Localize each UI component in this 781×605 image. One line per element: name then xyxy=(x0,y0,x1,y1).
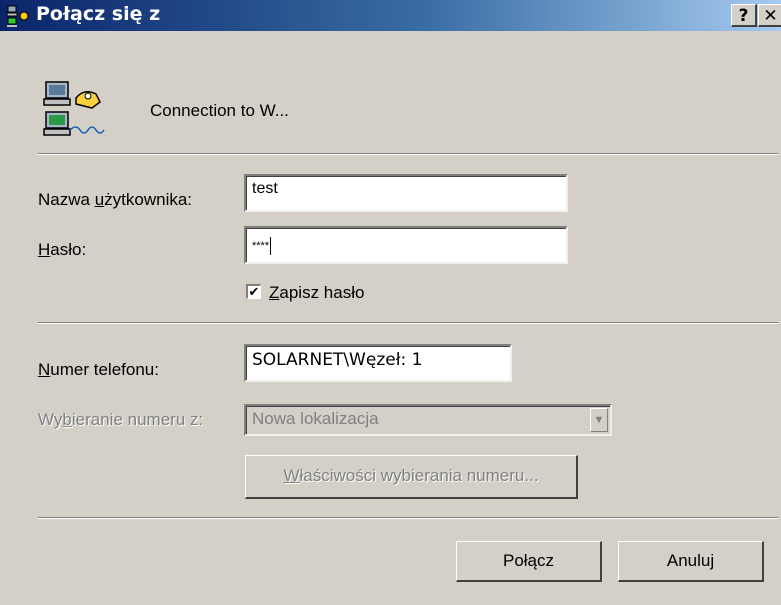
dial-from-label-part: Wy xyxy=(38,410,63,429)
dialing-properties-label: łaściwości wybierania numeru... xyxy=(299,466,539,485)
close-button[interactable]: ✕ xyxy=(758,4,781,27)
connection-name: Connection to W... xyxy=(150,101,289,120)
username-value: test xyxy=(252,180,278,197)
separator xyxy=(38,153,778,155)
dial-from-select[interactable]: Nowa lokalizacja ▼ xyxy=(244,404,612,436)
phone-label-rest: umer telefonu: xyxy=(50,360,159,379)
save-password-label[interactable]: Zapisz hasło xyxy=(269,283,364,303)
network-connection-icon xyxy=(6,5,29,27)
dial-from-label: Wybieranie numeru z: xyxy=(38,410,203,430)
dialing-properties-accel: W xyxy=(283,466,300,485)
title-bar[interactable]: Połącz się z ? ✕ xyxy=(0,0,781,31)
username-input[interactable]: test xyxy=(244,174,568,212)
password-value: **** xyxy=(252,239,270,252)
dial-from-accel: b xyxy=(62,410,72,429)
password-label: Hasło: xyxy=(38,240,86,260)
dialing-properties-button[interactable]: Właściwości wybierania numeru... xyxy=(245,455,578,499)
help-button[interactable]: ? xyxy=(731,4,757,27)
username-label-part: Nazwa xyxy=(38,190,95,209)
connect-button[interactable]: Połącz xyxy=(456,541,602,582)
dial-up-connection-icon xyxy=(43,81,105,136)
dial-from-label-rest: ieranie numeru z: xyxy=(71,410,204,429)
username-accel: u xyxy=(94,190,105,209)
password-input[interactable]: **** xyxy=(244,226,568,264)
text-caret xyxy=(270,237,272,255)
username-label-rest: żytkownika: xyxy=(104,190,193,209)
check-mark-icon: ✔ xyxy=(248,284,260,299)
cancel-button[interactable]: Anuluj xyxy=(618,541,764,582)
password-label-rest: asło: xyxy=(50,240,87,259)
phone-accel: N xyxy=(38,360,51,379)
save-password-accel: Z xyxy=(269,283,280,302)
separator xyxy=(38,517,778,519)
save-password-checkbox[interactable]: ✔ xyxy=(246,284,261,299)
chevron-down-icon[interactable]: ▼ xyxy=(590,408,608,432)
dial-from-value: Nowa lokalizacja xyxy=(252,409,379,428)
phone-number-value: SOLARNET\Węzeł: 1 xyxy=(252,350,423,370)
username-label: Nazwa użytkownika: xyxy=(38,190,192,210)
phone-number-input[interactable]: SOLARNET\Węzeł: 1 xyxy=(244,344,512,382)
save-password-label-rest: apisz hasło xyxy=(279,283,365,302)
phone-label: Numer telefonu: xyxy=(38,360,159,380)
window-title: Połącz się z xyxy=(36,3,161,25)
separator xyxy=(38,322,778,324)
password-accel: H xyxy=(38,240,51,259)
